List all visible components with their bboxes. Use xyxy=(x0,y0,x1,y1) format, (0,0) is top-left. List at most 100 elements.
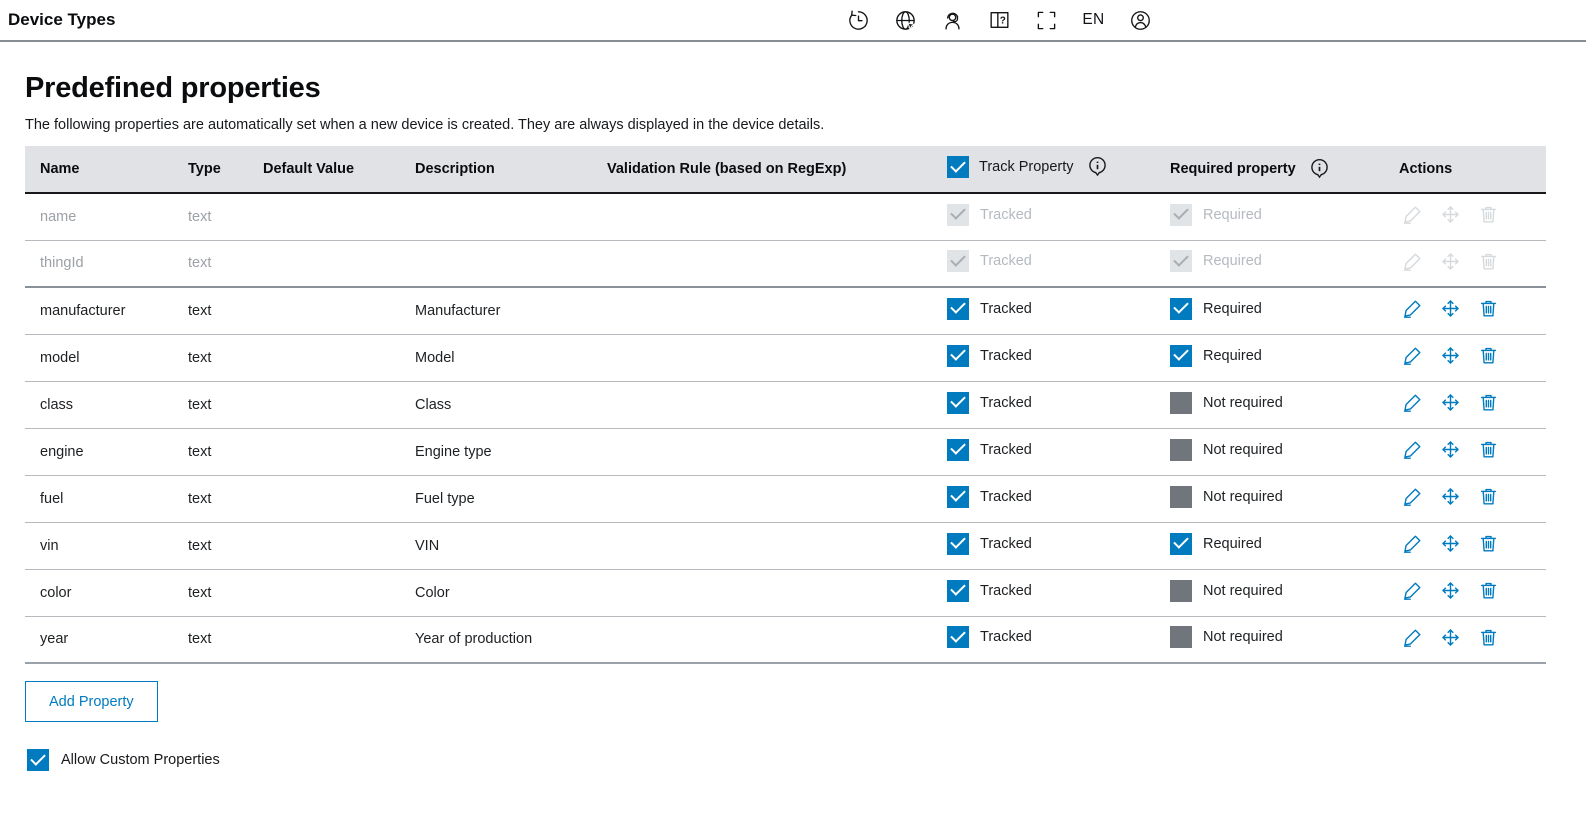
required-property-checkbox[interactable] xyxy=(1170,439,1192,461)
default-value-cell xyxy=(263,287,415,334)
header-type: Type xyxy=(188,146,263,193)
edit-icon[interactable] xyxy=(1402,627,1423,648)
description-cell: Fuel type xyxy=(415,475,607,522)
edit-icon[interactable] xyxy=(1402,580,1423,601)
globe-icon[interactable] xyxy=(893,8,918,33)
delete-icon[interactable] xyxy=(1478,533,1499,554)
table-row: vintextVINTrackedRequired xyxy=(25,522,1546,569)
move-icon[interactable] xyxy=(1440,627,1461,648)
default-value-cell xyxy=(263,240,415,287)
property-type-cell: text xyxy=(188,240,263,287)
delete-icon[interactable] xyxy=(1478,580,1499,601)
validation-rule-cell xyxy=(607,334,947,381)
track-property-label: Tracked xyxy=(980,207,1032,223)
required-property-checkbox[interactable] xyxy=(1170,626,1192,648)
info-icon[interactable] xyxy=(1310,158,1329,180)
delete-icon[interactable] xyxy=(1478,392,1499,413)
required-property-checkbox[interactable] xyxy=(1170,486,1192,508)
default-value-cell xyxy=(263,616,415,663)
property-type-cell: text xyxy=(188,522,263,569)
required-property-label: Not required xyxy=(1203,629,1283,645)
user-icon[interactable] xyxy=(1128,8,1153,33)
required-property-cell: Required xyxy=(1170,287,1399,334)
delete-icon[interactable] xyxy=(1478,486,1499,507)
default-value-cell xyxy=(263,193,415,240)
move-icon[interactable] xyxy=(1440,533,1461,554)
table-row: yeartextYear of productionTrackedNot req… xyxy=(25,616,1546,663)
history-icon[interactable] xyxy=(846,8,871,33)
edit-icon[interactable] xyxy=(1402,392,1423,413)
edit-icon[interactable] xyxy=(1402,486,1423,507)
track-property-cell: Tracked xyxy=(947,569,1170,616)
edit-icon xyxy=(1402,204,1423,225)
track-property-checkbox[interactable] xyxy=(947,298,969,320)
track-property-cell: Tracked xyxy=(947,522,1170,569)
edit-icon[interactable] xyxy=(1402,439,1423,460)
track-property-checkbox[interactable] xyxy=(947,486,969,508)
required-property-checkbox[interactable] xyxy=(1170,580,1192,602)
required-property-cell: Required xyxy=(1170,334,1399,381)
fullscreen-icon[interactable] xyxy=(1034,8,1059,33)
property-name-cell: manufacturer xyxy=(25,287,188,334)
edit-icon[interactable] xyxy=(1402,298,1423,319)
validation-rule-cell xyxy=(607,193,947,240)
required-property-cell: Not required xyxy=(1170,475,1399,522)
description-cell: VIN xyxy=(415,522,607,569)
table-row: fueltextFuel typeTrackedNot required xyxy=(25,475,1546,522)
delete-icon[interactable] xyxy=(1478,627,1499,648)
edit-icon[interactable] xyxy=(1402,533,1423,554)
move-icon[interactable] xyxy=(1440,580,1461,601)
allow-custom-properties-checkbox[interactable] xyxy=(27,749,49,771)
info-icon[interactable] xyxy=(1088,156,1107,178)
move-icon[interactable] xyxy=(1440,345,1461,366)
property-name-cell: color xyxy=(25,569,188,616)
actions-cell xyxy=(1399,381,1546,428)
top-bar: Device Types xyxy=(0,0,1586,42)
add-property-button[interactable]: Add Property xyxy=(25,681,158,722)
required-property-checkbox[interactable] xyxy=(1170,345,1192,367)
required-property-cell: Not required xyxy=(1170,616,1399,663)
validation-rule-cell xyxy=(607,616,947,663)
move-icon[interactable] xyxy=(1440,486,1461,507)
help-book-icon[interactable]: ? xyxy=(987,8,1012,33)
required-property-checkbox[interactable] xyxy=(1170,392,1192,414)
delete-icon[interactable] xyxy=(1478,345,1499,366)
language-selector[interactable]: EN xyxy=(1081,11,1106,29)
svg-text:?: ? xyxy=(1000,15,1006,26)
header-actions: Actions xyxy=(1399,146,1546,193)
actions-cell xyxy=(1399,287,1546,334)
actions-cell xyxy=(1399,569,1546,616)
property-type-cell: text xyxy=(188,428,263,475)
header-track-property: Track Property xyxy=(947,146,1170,193)
header-required-property: Required property xyxy=(1170,146,1399,193)
track-property-checkbox[interactable] xyxy=(947,392,969,414)
delete-icon[interactable] xyxy=(1478,298,1499,319)
required-property-cell: Not required xyxy=(1170,428,1399,475)
move-icon[interactable] xyxy=(1440,439,1461,460)
required-property-checkbox[interactable] xyxy=(1170,298,1192,320)
track-property-checkbox[interactable] xyxy=(947,533,969,555)
validation-rule-cell xyxy=(607,287,947,334)
track-property-checkbox[interactable] xyxy=(947,439,969,461)
move-icon[interactable] xyxy=(1440,298,1461,319)
actions-cell xyxy=(1399,193,1546,240)
property-name-cell: fuel xyxy=(25,475,188,522)
validation-rule-cell xyxy=(607,240,947,287)
required-property-checkbox[interactable] xyxy=(1170,533,1192,555)
edit-icon[interactable] xyxy=(1402,345,1423,366)
required-property-cell: Required xyxy=(1170,522,1399,569)
move-icon[interactable] xyxy=(1440,392,1461,413)
header-description: Description xyxy=(415,146,607,193)
validation-rule-cell xyxy=(607,381,947,428)
support-icon[interactable] xyxy=(940,8,965,33)
required-property-cell: Required xyxy=(1170,240,1399,287)
required-property-checkbox xyxy=(1170,204,1192,226)
track-property-checkbox[interactable] xyxy=(947,626,969,648)
track-property-header-checkbox[interactable] xyxy=(947,156,969,178)
property-name-cell: name xyxy=(25,193,188,240)
property-name-cell: thingId xyxy=(25,240,188,287)
property-type-cell: text xyxy=(188,475,263,522)
delete-icon[interactable] xyxy=(1478,439,1499,460)
track-property-checkbox[interactable] xyxy=(947,345,969,367)
track-property-checkbox[interactable] xyxy=(947,580,969,602)
